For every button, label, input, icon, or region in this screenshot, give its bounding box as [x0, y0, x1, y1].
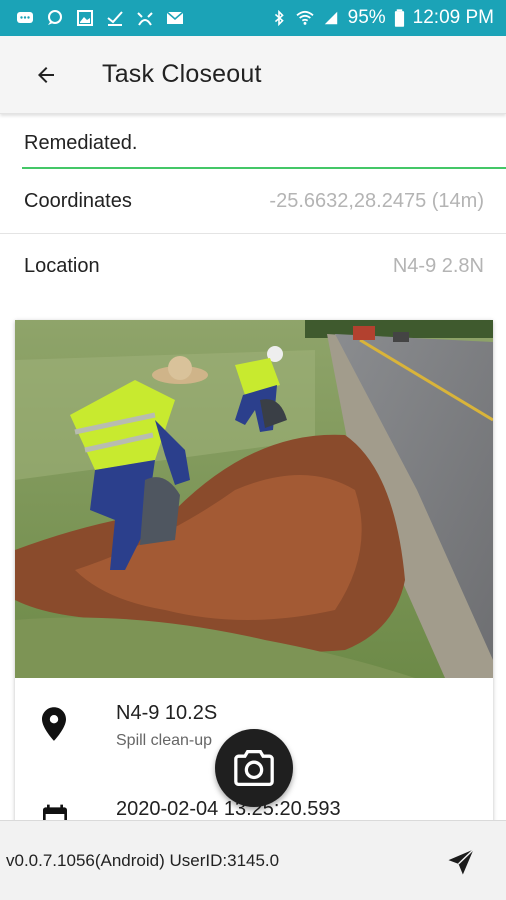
clock: 12:09 PM [412, 7, 494, 28]
person-icon [137, 12, 153, 26]
page-title: Task Closeout [102, 60, 262, 88]
location-row: Location N4-9 2.8N [0, 234, 506, 298]
location-value: N4-9 2.8N [392, 254, 484, 277]
version-text: v0.0.7.1056(Android) UserID:3145.0 [6, 850, 280, 870]
camera-icon [234, 750, 274, 786]
signal-icon [324, 11, 337, 25]
bluetooth-icon [274, 10, 284, 26]
footer-bar: v0.0.7.1056(Android) UserID:3145.0 [0, 820, 506, 900]
remarks-underline [22, 167, 506, 169]
coordinates-row: Coordinates -25.6632,28.2475 (14m) [0, 170, 506, 234]
send-button[interactable] [444, 845, 478, 879]
camera-button[interactable] [215, 729, 293, 807]
roadside-cleanup-photo [15, 320, 493, 678]
app-bar: Task Closeout [0, 36, 506, 114]
task-datetime: 2020-02-04 13:25:20.593 [116, 798, 341, 820]
coordinates-value: -25.6632,28.2475 (14m) [269, 190, 484, 212]
image-icon [77, 10, 93, 26]
message-icon [17, 12, 33, 23]
status-bar: 95% 12:09 PM [0, 0, 506, 36]
chat-icon [48, 10, 62, 25]
send-icon [448, 848, 475, 875]
task-location-title: N4-9 10.2S [116, 702, 218, 724]
location-label: Location [24, 254, 100, 277]
arrow-back-icon [38, 66, 54, 83]
battery-percent: 95% [347, 7, 386, 28]
task-photo[interactable] [15, 320, 493, 678]
battery-icon [394, 8, 404, 27]
closeout-form: Remediated. Coordinates -25.6632,28.2475… [0, 114, 506, 820]
back-button[interactable] [22, 51, 70, 99]
wifi-icon [296, 10, 314, 25]
task-location-subtitle: Spill clean-up [116, 732, 213, 749]
remarks-field[interactable]: Remediated. [0, 114, 506, 170]
mail-icon [166, 11, 184, 24]
notification-icons [16, 10, 184, 26]
location-pin-icon [42, 707, 66, 741]
calendar-icon [43, 804, 67, 820]
coordinates-label: Coordinates [24, 190, 132, 212]
check-icon [107, 11, 123, 26]
remarks-input[interactable]: Remediated. [24, 132, 137, 155]
